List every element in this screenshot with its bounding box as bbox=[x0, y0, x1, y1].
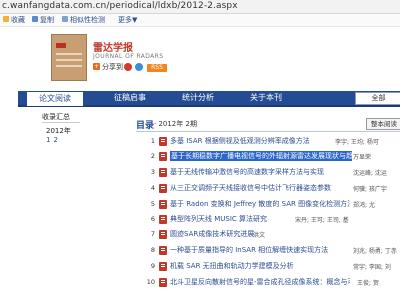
journal-cover-image bbox=[51, 34, 87, 81]
pdf-icon[interactable] bbox=[159, 262, 167, 271]
toc-issue-text: · 2012年 2期 bbox=[154, 120, 197, 128]
article-number: 6 bbox=[150, 215, 155, 223]
tab-about-journal[interactable]: 关于本刊 bbox=[238, 91, 294, 105]
article-authors: 宋丹; 王可; 王司, 基 bbox=[295, 217, 349, 224]
pdf-icon[interactable] bbox=[159, 215, 167, 224]
article-row: 10 北斗卫星反向散射信号的星-雷合成孔径成像系统：概念与可行性 王俊; 贺 bbox=[145, 277, 400, 289]
rss-icon[interactable]: RSS bbox=[147, 64, 167, 72]
pdf-icon[interactable] bbox=[159, 200, 167, 209]
share-label[interactable]: 分享到 bbox=[102, 62, 123, 72]
article-row: 5 基于 Radon 变换和 Jeffrey 散度的 SAR 图像变化检测方法 … bbox=[145, 199, 400, 211]
article-title-link[interactable]: 从三正交调频子天线接收信号中估计飞行器姿态参数 bbox=[170, 183, 331, 193]
article-row: 9 机载 SAR 无扭曲和轨动力学建模及分析 常宇; 李国; 刘 bbox=[145, 261, 400, 273]
article-title-link[interactable]: 基于 Radon 变换和 Jeffrey 散度的 SAR 图像变化检测方法 bbox=[170, 199, 350, 209]
weibo-share-icon[interactable] bbox=[124, 63, 132, 71]
qq-share-icon[interactable] bbox=[135, 63, 143, 71]
tab-paper-reading[interactable]: 论文阅读 bbox=[26, 91, 84, 106]
journal-subtitle: JOURNAL OF RADARS bbox=[93, 53, 164, 60]
article-title-link[interactable]: 圆迹SAR成像技术研究进展 bbox=[170, 229, 254, 239]
copy-link[interactable]: 复制 bbox=[40, 15, 54, 25]
favorite-link[interactable]: 收藏 bbox=[11, 15, 25, 25]
article-number: 10 bbox=[146, 278, 155, 286]
article-row: 8 一种基于质量指导的 InSAR 相位解缠快速实现方法 刘兆; 杨勇; 丁赤 bbox=[145, 245, 400, 257]
article-row: 3 基于无线传输冲激信号的高速数字采样方法与实现 沈运峰; 沈运 bbox=[145, 167, 400, 179]
article-number: 5 bbox=[150, 200, 155, 208]
url-text[interactable]: c.wanfangdata.com.cn/periodical/ldxb/201… bbox=[2, 1, 238, 11]
article-row: 6 典型阵列天线 MUSIC 算法研究 宋丹; 王可; 王司, 基 bbox=[145, 214, 400, 226]
pdf-icon[interactable] bbox=[159, 184, 167, 193]
pdf-icon[interactable] bbox=[159, 246, 167, 255]
pdf-icon[interactable] bbox=[159, 230, 167, 239]
article-authors: 万显荣 bbox=[353, 154, 372, 161]
article-number: 7 bbox=[150, 230, 155, 238]
similarity-check-link[interactable]: 相似性检测 bbox=[70, 15, 105, 25]
journal-title: 雷达学报 bbox=[93, 43, 133, 54]
article-number: 9 bbox=[150, 262, 155, 270]
sidebar-divider bbox=[42, 122, 80, 123]
article-title-link[interactable]: 北斗卫星反向散射信号的星-雷合成孔径成像系统：概念与可行性 bbox=[170, 277, 350, 287]
article-title-link[interactable]: 一种基于质量指导的 InSAR 相位解缠快速实现方法 bbox=[170, 245, 328, 255]
copy-icon[interactable] bbox=[32, 16, 38, 22]
archive-year[interactable]: 2012年 bbox=[46, 126, 71, 136]
search-scope-select[interactable]: 全部 bbox=[355, 92, 400, 105]
issue-link[interactable]: 1 bbox=[46, 136, 50, 144]
article-authors: 常宇; 李国; 刘 bbox=[353, 264, 391, 271]
article-number: 8 bbox=[150, 246, 155, 254]
more-menu[interactable]: 更多▼ bbox=[118, 15, 137, 25]
page-toolbar: 收藏 复制 相似性检测 更多▼ bbox=[0, 14, 400, 27]
issue-link[interactable]: 2 bbox=[53, 136, 57, 144]
tab-call-for-papers[interactable]: 征稿启事 bbox=[102, 91, 158, 105]
archive-title: 收录汇总 bbox=[42, 113, 70, 121]
tab-statistics[interactable]: 统计分析 bbox=[170, 91, 226, 105]
address-bar[interactable]: c.wanfangdata.com.cn/periodical/ldxb/201… bbox=[0, 0, 400, 14]
article-title-link[interactable]: 多基 ISAR 根据侧视及低观测分辨率成像方法 bbox=[170, 136, 310, 146]
article-authors: 李宇; 王均; 杨可 bbox=[335, 139, 379, 146]
article-number: 1 bbox=[150, 137, 155, 145]
main-tab-bar: 论文阅读 征稿启事 统计分析 关于本刊 bbox=[18, 91, 400, 107]
article-authors: 郑鸿; 尤 bbox=[353, 202, 375, 209]
toc-divider bbox=[136, 131, 400, 132]
article-number: 2 bbox=[150, 152, 155, 160]
article-number: 4 bbox=[150, 184, 155, 192]
article-row: 2 基于长期稳数字广播电视信号的外辐射源雷达发展现状与趋势 万显荣 bbox=[145, 151, 400, 163]
archive-issue-list: 12 bbox=[46, 136, 61, 144]
archive-sidebar: 收录汇总 2012年 12 bbox=[42, 112, 80, 152]
pdf-icon[interactable] bbox=[159, 152, 167, 161]
article-authors: 王俊; 贺 bbox=[357, 280, 379, 287]
article-row: 4 从三正交调频子天线接收信号中估计飞行器姿态参数 何骥; 孩广宇 bbox=[145, 183, 400, 195]
toc-heading: 目录 bbox=[136, 121, 155, 131]
article-authors: 洪文 bbox=[253, 232, 266, 239]
pdf-icon[interactable] bbox=[159, 168, 167, 177]
article-authors: 沈运峰; 沈运 bbox=[353, 170, 387, 177]
article-number: 3 bbox=[150, 168, 155, 176]
share-plus-icon[interactable]: + bbox=[93, 63, 100, 70]
favorite-icon[interactable] bbox=[3, 16, 9, 22]
article-title-link[interactable]: 基于无线传输冲激信号的高速数字采样方法与实现 bbox=[170, 167, 324, 177]
similarity-icon[interactable] bbox=[62, 16, 68, 22]
article-title-link[interactable]: 基于长期稳数字广播电视信号的外辐射源雷达发展现状与趋势 bbox=[170, 151, 352, 161]
article-title-link[interactable]: 典型阵列天线 MUSIC 算法研究 bbox=[170, 214, 267, 224]
fulltext-read-button[interactable]: 整本阅读 bbox=[366, 118, 400, 130]
pdf-icon[interactable] bbox=[159, 278, 167, 287]
pdf-icon[interactable] bbox=[159, 137, 167, 146]
article-title-link[interactable]: 机载 SAR 无扭曲和轨动力学建模及分析 bbox=[170, 261, 294, 271]
article-row: 7 圆迹SAR成像技术研究进展 洪文 bbox=[145, 229, 400, 241]
article-authors: 刘兆; 杨勇; 丁赤 bbox=[353, 248, 397, 255]
article-row: 1 多基 ISAR 根据侧视及低观测分辨率成像方法 李宇; 王均; 杨可 bbox=[145, 136, 400, 148]
article-authors: 何骥; 孩广宇 bbox=[353, 186, 387, 193]
